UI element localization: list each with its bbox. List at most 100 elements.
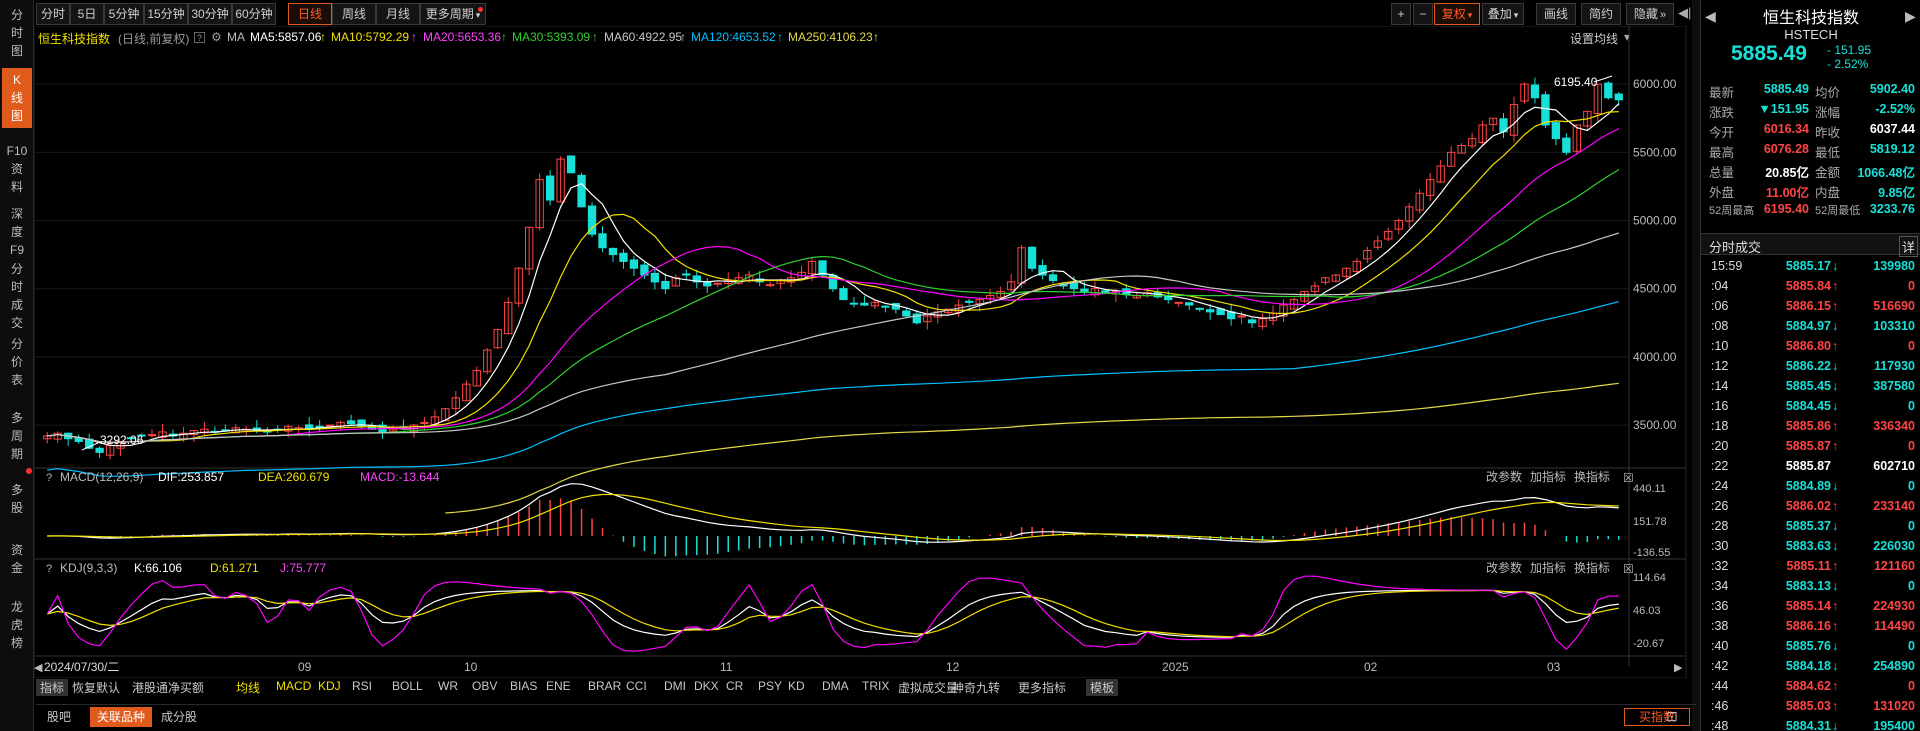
indicator-0[interactable]: 指标 (36, 679, 69, 696)
period-5[interactable]: 60分钟 (232, 3, 276, 25)
toolbar-btn-0[interactable]: + (1391, 3, 1411, 25)
ma5-line (47, 103, 1620, 447)
period-1[interactable]: 5日 (70, 3, 104, 25)
macd-tick: -136.55 (1633, 547, 1670, 559)
indicator-21[interactable]: 虚拟成交量 (898, 679, 958, 696)
indicator-16[interactable]: CR (726, 679, 743, 693)
period-7[interactable]: 周线 (332, 3, 376, 25)
pane-label: MACD(12,26,9) (60, 470, 143, 484)
period-6[interactable]: 日线 (288, 3, 332, 25)
scroll-right-icon[interactable]: ▶ (1674, 662, 1683, 674)
leftnav-item-6[interactable]: 多周期 (2, 405, 32, 467)
tab-1[interactable]: 关联品种 (90, 707, 152, 727)
leftnav-item-8[interactable]: 资金 (2, 535, 32, 583)
indicator-5[interactable]: KDJ (318, 679, 341, 693)
tick-row: :40 5885.76 ↓ 0 (1701, 637, 1920, 657)
tab-label: 关联品种 (96, 710, 145, 724)
leftnav-label: 分 (10, 262, 23, 276)
tick-price: 5886.15 (1785, 299, 1831, 313)
pane-btn[interactable]: 改参数 (1486, 469, 1522, 484)
tick-dir-icon: ↑ (1832, 499, 1839, 513)
indicator-1[interactable]: 恢复默认 (72, 679, 120, 696)
indicator-8[interactable]: WR (438, 679, 458, 693)
indicator-15[interactable]: DKX (694, 679, 719, 693)
pane-help-icon[interactable]: ? (46, 563, 52, 575)
indicator-23[interactable]: 更多指标 (1018, 679, 1066, 696)
pane-btn[interactable]: 换指标 (1574, 560, 1610, 575)
leftnav-label: 料 (10, 180, 23, 194)
period-9[interactable]: 更多周期 ▾ (420, 3, 486, 25)
ticks-detail-button[interactable]: 详 (1899, 236, 1919, 257)
indicator-11[interactable]: ENE (546, 679, 571, 693)
indicator-24[interactable]: 模板 (1086, 679, 1119, 696)
leftnav-item-3[interactable]: 深度 F9 (2, 205, 32, 259)
tick-row: :10 5886.80 ↑ 0 (1701, 337, 1920, 357)
leftnav-item-2[interactable]: F10 资料 (2, 140, 32, 198)
scroll-left-icon[interactable]: ◀ (34, 662, 43, 674)
indicator-22[interactable]: 神奇九转 (952, 679, 1000, 696)
tick-volume: 114490 (1873, 619, 1915, 633)
leftnav-item-4[interactable]: 分时成交 (2, 262, 32, 330)
leftnav-item-7[interactable]: 多股 (2, 475, 32, 523)
indicator-12[interactable]: BRAR (588, 679, 621, 693)
candle-body (577, 174, 586, 208)
tick-price: 5885.86 (1785, 419, 1831, 433)
pane-btn[interactable]: 改参数 (1486, 560, 1522, 575)
leftnav-item-5[interactable]: 分价表 (2, 335, 32, 389)
leftnav-label: 金 (10, 561, 23, 575)
indicator-19[interactable]: DMA (822, 679, 849, 693)
quote-val: 9.85亿 (1878, 186, 1915, 200)
period-3[interactable]: 15分钟 (144, 3, 188, 25)
toolbar-btn-5[interactable]: 简约 (1581, 3, 1621, 25)
kline-chart[interactable]: 6000.00 5500.00 5000.00 4500.00 4000.00 3500.… (34, 26, 1690, 678)
period-8[interactable]: 月线 (376, 3, 420, 25)
indicator-6[interactable]: RSI (352, 679, 372, 693)
toolbar-btn-1[interactable]: − (1413, 3, 1433, 25)
leftnav-item-9[interactable]: 龙虎榜 (2, 595, 32, 655)
period-4[interactable]: 30分钟 (188, 3, 232, 25)
tab-0[interactable]: 股吧 (36, 707, 82, 727)
indicator-18[interactable]: KD (788, 679, 805, 693)
float-window-icon[interactable]: ⊡ (1666, 708, 1678, 725)
buy-index-button[interactable]: 买指数 (1624, 708, 1690, 726)
tick-price: 5885.11 (1786, 559, 1832, 573)
indicator-20[interactable]: TRIX (862, 679, 889, 693)
tick-row: :38 5886.16 ↑ 114490 (1701, 617, 1920, 637)
close-icon[interactable]: ☒ (1623, 562, 1634, 576)
candle-body (1604, 82, 1613, 99)
tick-time: :46 (1711, 699, 1729, 713)
period-label: 分时 (40, 7, 65, 21)
toolbar-btn-2[interactable]: 复权 ▾ (1434, 3, 1480, 25)
tab-2[interactable]: 成分股 (154, 707, 204, 727)
close-icon[interactable]: ☒ (1623, 471, 1634, 485)
indicator-2[interactable]: 港股通净买额 (132, 679, 204, 696)
period-0[interactable]: 分时 (36, 3, 70, 25)
indicator-14[interactable]: DMI (664, 679, 686, 693)
indicator-10[interactable]: BIAS (510, 679, 537, 693)
period-label: 周线 (341, 7, 366, 21)
indicator-9[interactable]: OBV (472, 679, 497, 693)
toolbar-btn-6[interactable]: 隐藏» (1626, 3, 1674, 25)
pane-btn[interactable]: 换指标 (1574, 469, 1610, 484)
panel-splitter[interactable] (1692, 0, 1700, 731)
period-2[interactable]: 5分钟 (104, 3, 144, 25)
tick-dir-icon: ↓ (1832, 659, 1839, 673)
pane-btn[interactable]: 加指标 (1530, 469, 1566, 484)
pane-help-icon[interactable]: ? (46, 472, 52, 484)
toolbar-btn-3[interactable]: 叠加 ▾ (1482, 3, 1524, 25)
leftnav-label: 成 (10, 298, 23, 312)
indicator-7[interactable]: BOLL (392, 679, 423, 693)
leftnav-item-0[interactable]: 分时图 (2, 6, 32, 60)
pane-btn[interactable]: 加指标 (1530, 560, 1566, 575)
leftnav-item-1[interactable]: K线图 (2, 68, 32, 128)
tick-row: :24 5884.89 ↓ 0 (1701, 477, 1920, 497)
toolbar-btn-4[interactable]: 画线 (1536, 3, 1576, 25)
next-arrow-icon[interactable]: ▶ (1905, 8, 1916, 25)
tick-volume: 139980 (1873, 259, 1915, 273)
leftnav-label: 交 (10, 316, 23, 330)
collapse-arrow-icon[interactable]: ◀| (1678, 5, 1691, 21)
indicator-4[interactable]: MACD (276, 679, 311, 693)
indicator-13[interactable]: CCI (626, 679, 647, 693)
indicator-3[interactable]: 均线 (236, 679, 260, 696)
indicator-17[interactable]: PSY (758, 679, 782, 693)
